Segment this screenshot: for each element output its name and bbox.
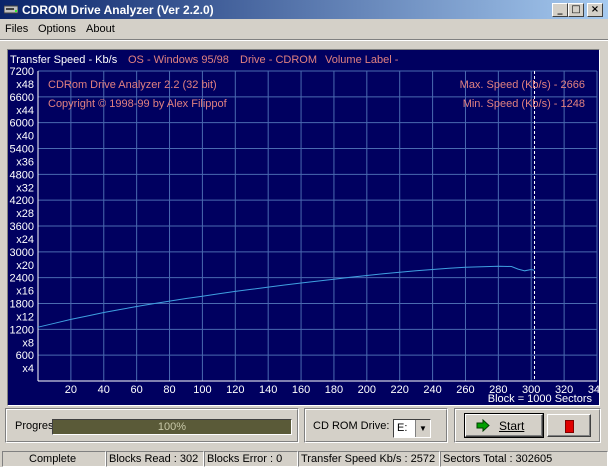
x-tick-label: 100 (193, 384, 211, 396)
progress-text: 100% (157, 421, 187, 433)
y-speed-label: x40 (16, 131, 34, 143)
max-speed-label: Max. Speed (Kb/s) - 2666 (460, 79, 585, 91)
os-label: OS - Windows 95/98 (128, 54, 229, 66)
progress-panel: Progress: 100% (5, 408, 299, 443)
y-speed-label: x32 (16, 182, 34, 194)
progress-bar: 100% (52, 419, 292, 435)
drive-type-label: Drive - CDROM (240, 54, 317, 66)
y-tick-label: 4800 (10, 169, 34, 181)
x-tick-label: 160 (292, 384, 310, 396)
y-tick-label: 600 (16, 350, 34, 362)
y-tick-label: 2400 (10, 273, 34, 285)
status-transfer-speed: Transfer Speed Kb/s : 2572 (298, 451, 440, 467)
x-tick-label: 140 (259, 384, 277, 396)
x-tick-label: 200 (358, 384, 376, 396)
x-tick-label: 40 (98, 384, 110, 396)
menu-separator (0, 39, 608, 41)
x-tick-label: 20 (65, 384, 77, 396)
status-blocks-error: Blocks Error : 0 (204, 451, 298, 467)
chevron-down-icon[interactable]: ▼ (415, 420, 430, 437)
y-speed-label: x44 (16, 105, 34, 117)
y-speed-label: x12 (16, 312, 34, 324)
y-speed-label: x16 (16, 286, 34, 298)
x-tick-label: 80 (163, 384, 175, 396)
minimize-button[interactable]: _ (552, 3, 568, 17)
menu-about[interactable]: About (86, 23, 115, 35)
x-tick-label: 220 (391, 384, 409, 396)
stop-icon (565, 420, 574, 433)
y-tick-label: 5400 (10, 144, 34, 156)
y-speed-label: x20 (16, 260, 34, 272)
arrow-right-icon (476, 419, 490, 432)
y-speed-label: x36 (16, 157, 34, 169)
menu-files[interactable]: Files (5, 23, 28, 35)
drive-label: CD ROM Drive: (313, 420, 390, 432)
stop-button[interactable] (547, 414, 591, 437)
start-label: Start (499, 419, 525, 433)
y-tick-labels: 7200x486600x446000x405400x364800x324200x… (10, 66, 34, 375)
drive-value: E: (397, 422, 408, 434)
x-tick-label: 120 (226, 384, 244, 396)
x-tick-label: 60 (131, 384, 143, 396)
status-blocks-read: Blocks Read : 302 (106, 451, 204, 467)
y-tick-label: 4200 (10, 195, 34, 207)
status-sectors-total: Sectors Total : 302605 (440, 451, 608, 467)
start-button[interactable]: Start (464, 413, 544, 438)
speed-curve (37, 265, 535, 328)
cd-drive-icon (4, 5, 18, 14)
speed-chart: 7200x486600x446000x405400x364800x324200x… (10, 54, 599, 405)
app-name-label: CDRom Drive Analyzer 2.2 (32 bit) (48, 79, 217, 91)
min-speed-label: Min. Speed (Kb/s) - 1248 (463, 98, 585, 110)
drive-select[interactable]: E: ▼ (393, 419, 431, 438)
y-speed-label: x28 (16, 208, 34, 220)
block-note: Block = 1000 Sectors (488, 393, 593, 405)
window-title: CDROM Drive Analyzer (Ver 2.2.0) (22, 3, 214, 17)
x-tick-label: 240 (423, 384, 441, 396)
y-speed-label: x4 (22, 363, 34, 375)
y-speed-label: x48 (16, 79, 34, 91)
y-tick-label: 7200 (10, 66, 34, 78)
grid-lines (38, 70, 598, 381)
y-tick-label: 3600 (10, 221, 34, 233)
x-tick-label: 260 (456, 384, 474, 396)
y-tick-label: 6000 (10, 118, 34, 130)
y-tick-label: 3000 (10, 247, 34, 259)
x-tick-label: 180 (325, 384, 343, 396)
maximize-button[interactable]: □ (568, 3, 584, 17)
close-button[interactable]: × (587, 3, 603, 17)
speed-graph: 7200 x48 6600 x44 6000 x40 5400 x36 4800 x32 4200 x… (7, 49, 600, 406)
drive-panel: CD ROM Drive: E: ▼ (304, 408, 448, 443)
volume-label: Volume Label - (325, 54, 399, 66)
y-tick-label: 1800 (10, 299, 34, 311)
action-panel: Start (454, 408, 601, 443)
copyright-label: Copyright © 1998-99 by Alex Filippof (48, 98, 228, 110)
y-speed-label: x8 (22, 337, 34, 349)
y-tick-label: 1200 (10, 324, 34, 336)
y-tick-label: 6600 (10, 92, 34, 104)
title-bar: CDROM Drive Analyzer (Ver 2.2.0) _ □ × (0, 0, 608, 19)
y-speed-label: x24 (16, 234, 34, 246)
y-axis-title: Transfer Speed - Kb/s (10, 54, 118, 66)
status-state: Complete (2, 451, 106, 467)
menu-options[interactable]: Options (38, 23, 76, 35)
menu-bar: Files Options About (0, 20, 608, 38)
